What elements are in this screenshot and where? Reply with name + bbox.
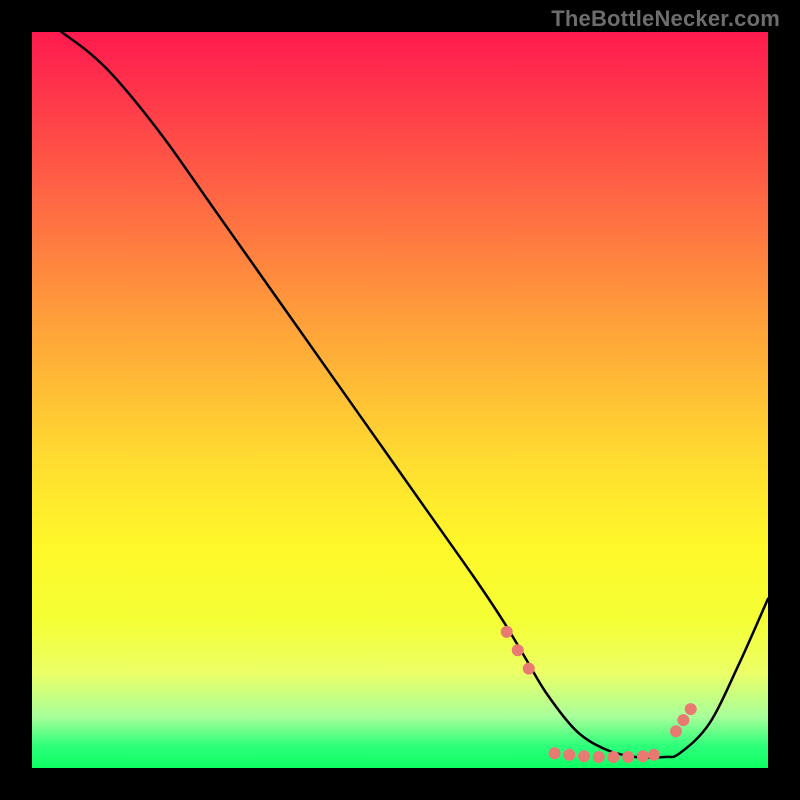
highlight-dot (677, 714, 689, 726)
chart-stage: TheBottleNecker.com (0, 0, 800, 800)
highlight-dot (648, 749, 660, 761)
highlight-dot (607, 751, 619, 763)
plot-area (32, 32, 768, 768)
highlight-dot (685, 703, 697, 715)
highlight-dot (670, 725, 682, 737)
highlight-dot (593, 751, 605, 763)
bottleneck-curve-group (61, 32, 768, 758)
chart-svg (32, 32, 768, 768)
highlight-dot (501, 626, 513, 638)
highlight-dots-group (501, 626, 697, 763)
highlight-dot (549, 747, 561, 759)
highlight-dot (637, 750, 649, 762)
highlight-dot (563, 749, 575, 761)
highlight-dot (512, 644, 524, 656)
highlight-dot (578, 750, 590, 762)
highlight-dot (523, 663, 535, 675)
highlight-dot (622, 751, 634, 763)
watermark-text: TheBottleNecker.com (551, 6, 780, 32)
bottleneck-curve (61, 32, 768, 758)
